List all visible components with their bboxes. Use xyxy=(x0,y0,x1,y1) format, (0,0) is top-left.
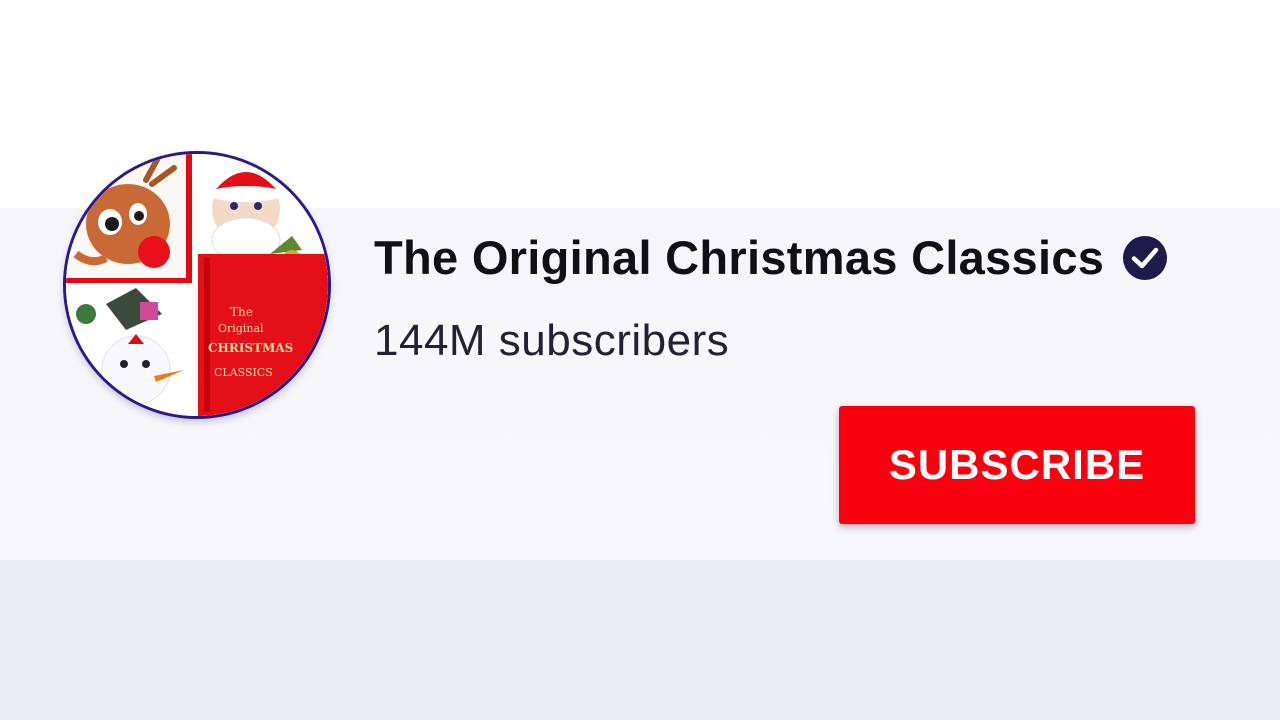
background-bottom xyxy=(0,560,1280,720)
verified-check-icon xyxy=(1122,235,1168,281)
avatar-text-christmas: CHRISTMAS xyxy=(208,341,293,355)
channel-page: The Original CHRISTMAS CLASSICS The Orig… xyxy=(0,0,1280,720)
channel-title[interactable]: The Original Christmas Classics xyxy=(374,230,1104,285)
avatar-text-classics: CLASSICS xyxy=(214,366,273,379)
avatar-text-the: The xyxy=(230,305,253,319)
avatar-text-original: Original xyxy=(218,322,264,335)
channel-name-row: The Original Christmas Classics xyxy=(374,230,1168,285)
subscriber-count: 144M subscribers xyxy=(374,316,730,365)
subscribe-button[interactable]: SUBSCRIBE xyxy=(839,406,1195,524)
channel-avatar[interactable]: The Original CHRISTMAS CLASSICS xyxy=(66,154,328,416)
christmas-classics-avatar-icon: The Original CHRISTMAS CLASSICS xyxy=(66,154,328,416)
